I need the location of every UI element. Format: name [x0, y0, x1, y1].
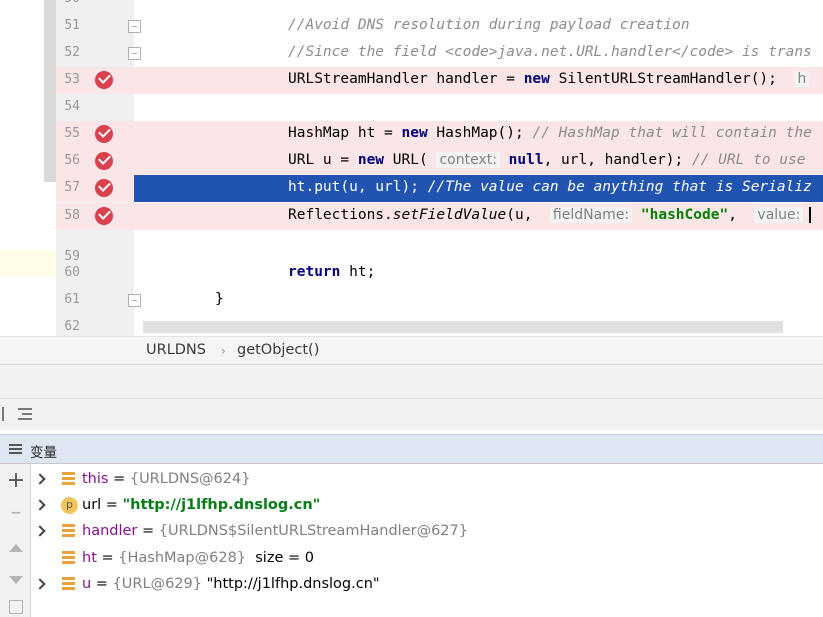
debug-toolbar: [0, 398, 823, 430]
up-icon[interactable]: [6, 538, 26, 558]
expand-arrow-icon[interactable]: [34, 525, 46, 537]
breadcrumb: URLDNS › getObject(): [0, 336, 823, 364]
line-number: 55: [64, 126, 80, 141]
code-text: return ht;: [288, 264, 376, 280]
code-text: ht.put(u, url); //The value can be anyth…: [288, 179, 812, 195]
variable-text: ht = {HashMap@628} size = 0: [82, 550, 314, 566]
layout-settings-icon[interactable]: [18, 407, 34, 421]
breadcrumb-class[interactable]: URLDNS: [146, 342, 206, 358]
breakpoint-icon[interactable]: [95, 71, 113, 89]
param-hint-value: value:: [754, 207, 804, 223]
variable-text: this = {URLDNS@624}: [82, 471, 251, 487]
code-line-58[interactable]: 58 Reflections.setFieldValue(u, fieldNam…: [0, 203, 823, 230]
field-icon: [62, 551, 75, 565]
line-number: 62: [64, 319, 80, 334]
menu-icon[interactable]: [9, 444, 22, 455]
comment-text: //Avoid DNS resolution during payload cr…: [288, 17, 690, 33]
code-line-52[interactable]: 52 //Since the field <code>java.net.URL.…: [0, 40, 823, 67]
line-number: 53: [64, 72, 80, 87]
text-caret: [809, 207, 812, 223]
more-icon[interactable]: [9, 600, 23, 614]
variable-text: url = "http://j1lfhp.dnslog.cn": [82, 497, 321, 513]
variable-row-handler[interactable]: handler = {URLDNS$SilentURLStreamHandler…: [31, 519, 823, 545]
code-line-51[interactable]: 51 //Avoid DNS resolution during payload…: [0, 13, 823, 40]
variable-row-ht[interactable]: ht = {HashMap@628} size = 0: [31, 546, 823, 572]
minus-icon[interactable]: –: [6, 502, 26, 524]
line-number: 58: [64, 208, 80, 223]
line-number: 61: [64, 292, 80, 307]
expand-arrow-icon[interactable]: [34, 578, 46, 590]
fold-icon[interactable]: [128, 294, 141, 307]
variable-text: u = {URL@629} "http://j1lfhp.dnslog.cn": [82, 576, 380, 592]
line-number: 50: [56, 0, 80, 6]
plus-icon[interactable]: +: [6, 470, 26, 492]
expand-arrow-icon[interactable]: [34, 473, 46, 485]
line-number: 60: [64, 265, 80, 280]
field-icon: [62, 524, 75, 538]
code-text: }: [215, 291, 224, 307]
code-line-60[interactable]: 60 return ht;: [0, 260, 823, 287]
code-text: Reflections.setFieldValue(u, fieldName: …: [288, 207, 812, 223]
variable-row-url[interactable]: p url = "http://j1lfhp.dnslog.cn": [31, 493, 823, 519]
variable-row-u[interactable]: u = {URL@629} "http://j1lfhp.dnslog.cn": [31, 572, 823, 598]
variable-text: handler = {URLDNS$SilentURLStreamHandler…: [82, 523, 468, 539]
breadcrumb-method[interactable]: getObject(): [237, 342, 319, 358]
field-icon: [62, 472, 75, 486]
line-number: 51: [64, 18, 80, 33]
line-number: 52: [64, 45, 80, 60]
field-icon: [62, 577, 75, 591]
variables-toolbar: + –: [0, 464, 31, 617]
breakpoint-icon[interactable]: [95, 207, 113, 225]
param-hint-fieldname: fieldName:: [549, 207, 633, 223]
code-text: URLStreamHandler handler = new SilentURL…: [288, 71, 810, 87]
variables-panel-title: 变量: [30, 445, 57, 461]
code-line-61[interactable]: 61 }: [0, 287, 823, 314]
breadcrumb-separator: ›: [221, 344, 226, 358]
variables-panel-header: 变量: [0, 434, 823, 464]
line-number: 54: [64, 99, 80, 114]
debug-panel-area: [0, 364, 823, 398]
line-number: 57: [64, 180, 80, 195]
code-line-56[interactable]: 56 URL u = new URL( context: null, url, …: [0, 148, 823, 175]
horizontal-scrollbar[interactable]: [143, 321, 783, 333]
param-hint-context: context:: [436, 152, 500, 168]
code-line-57-execution-point[interactable]: 57 ht.put(u, url); //The value can be an…: [0, 175, 823, 202]
breakpoint-icon[interactable]: [95, 152, 113, 170]
code-line-54[interactable]: 54: [0, 94, 823, 121]
code-line-50[interactable]: 50: [0, 0, 823, 13]
code-line-55[interactable]: 55 HashMap ht = new HashMap(); // HashMa…: [0, 121, 823, 148]
down-icon[interactable]: [6, 570, 26, 590]
code-text: URL u = new URL( context: null, url, han…: [288, 152, 806, 168]
panel-edge-icon: [2, 407, 4, 421]
expand-arrow-icon[interactable]: [34, 499, 46, 511]
comment-text: //Since the field <code>java.net.URL.han…: [288, 44, 812, 60]
fold-icon[interactable]: [128, 47, 141, 60]
param-icon: p: [61, 497, 78, 514]
line-number: 56: [64, 153, 80, 168]
breakpoint-icon[interactable]: [95, 125, 113, 143]
variable-row-this[interactable]: this = {URLDNS@624}: [31, 467, 823, 493]
code-text: HashMap ht = new HashMap(); // HashMap t…: [288, 125, 812, 141]
fold-icon[interactable]: [128, 20, 141, 33]
code-line-53[interactable]: 53 URLStreamHandler handler = new Silent…: [0, 67, 823, 94]
breakpoint-icon[interactable]: [95, 179, 113, 197]
